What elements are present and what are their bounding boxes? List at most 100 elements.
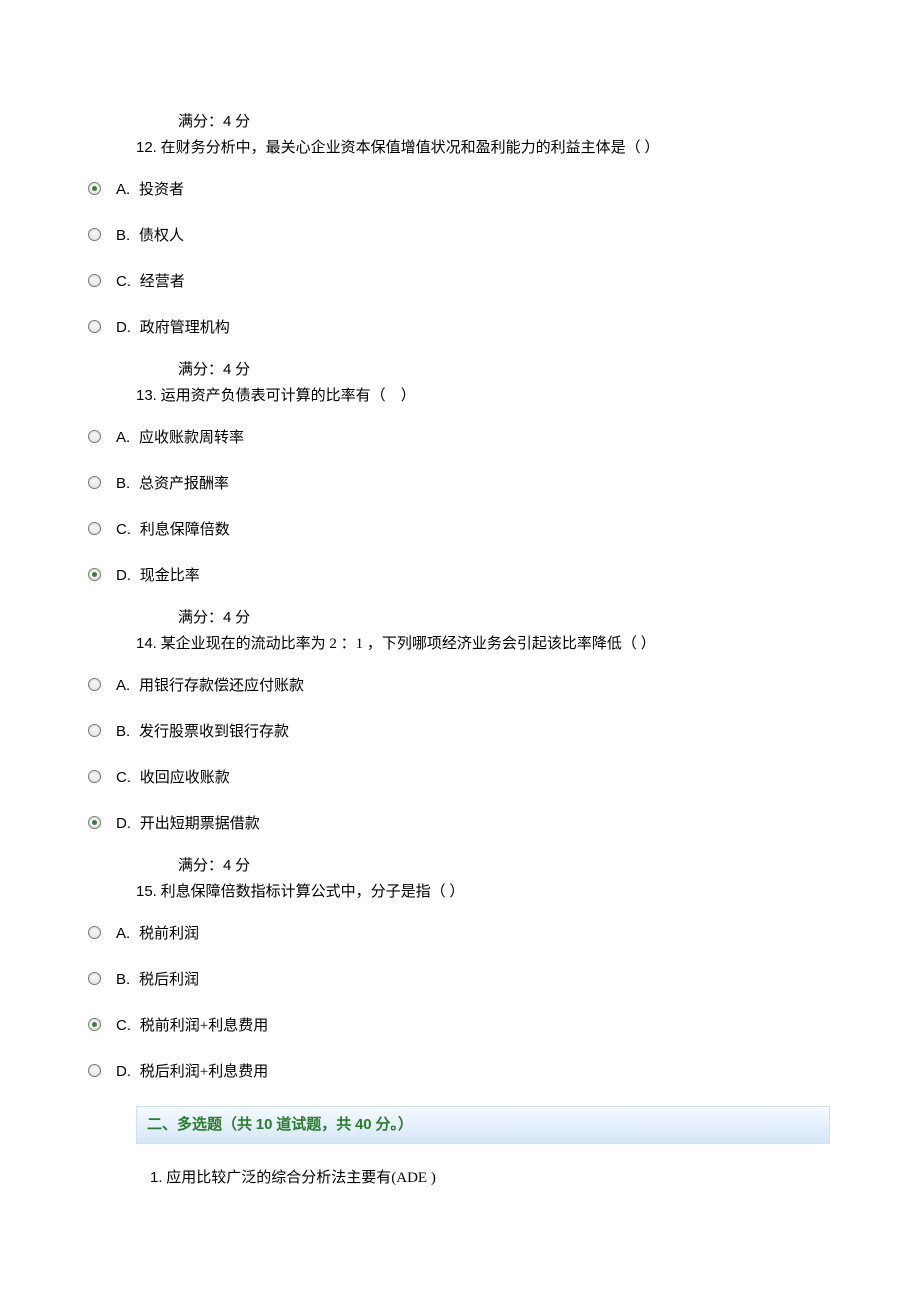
option-content: 现金比率 — [136, 568, 200, 584]
option-text: D. 开出短期票据借款 — [116, 808, 260, 836]
option-text: B. 税后利润 — [116, 964, 199, 992]
radio-button[interactable] — [88, 182, 101, 195]
option-label: B. — [116, 723, 130, 740]
option-content: 利息保障倍数 — [136, 522, 230, 538]
option-text: C. 税前利润+利息费用 — [116, 1010, 268, 1038]
option-label: B. — [116, 475, 130, 492]
question-text: 在财务分析中，最关心企业资本保值增值状况和盈利能力的利益主体是（ ） — [157, 140, 660, 156]
score-suffix: 分 — [231, 610, 250, 626]
option-text: B. 债权人 — [116, 220, 184, 248]
radio-button[interactable] — [88, 228, 101, 241]
option-row[interactable]: A. 税前利润 — [88, 918, 830, 946]
option-row[interactable]: B. 总资产报酬率 — [88, 468, 830, 496]
option-row[interactable]: D. 政府管理机构 — [88, 312, 830, 340]
option-label: B. — [116, 227, 130, 244]
questions-container: 12. 在财务分析中，最关心企业资本保值增值状况和盈利能力的利益主体是（ ） A.… — [90, 136, 830, 1084]
option-label: C. — [116, 1017, 131, 1034]
option-label: A. — [116, 677, 130, 694]
score-prefix: 满分： — [178, 858, 223, 874]
option-row[interactable]: C. 经营者 — [88, 266, 830, 294]
option-label: B. — [116, 971, 130, 988]
question-text: 利息保障倍数指标计算公式中，分子是指（ ） — [157, 884, 465, 900]
option-row[interactable]: A. 用银行存款偿还应付账款 — [88, 670, 830, 698]
option-text: D. 政府管理机构 — [116, 312, 230, 340]
question-number: 12. — [136, 139, 157, 156]
option-row[interactable]: B. 税后利润 — [88, 964, 830, 992]
option-text: A. 税前利润 — [116, 918, 199, 946]
option-label: A. — [116, 181, 130, 198]
question-text: 运用资产负债表可计算的比率有（ ） — [157, 388, 416, 404]
option-content: 经营者 — [136, 274, 185, 290]
option-label: C. — [116, 273, 131, 290]
section-count2: 40 — [355, 1116, 372, 1133]
radio-button[interactable] — [88, 320, 101, 333]
option-content: 应收账款周转率 — [135, 430, 244, 446]
option-content: 债权人 — [135, 228, 184, 244]
option-row[interactable]: C. 收回应收账款 — [88, 762, 830, 790]
option-row[interactable]: B. 发行股票收到银行存款 — [88, 716, 830, 744]
radio-button[interactable] — [88, 522, 101, 535]
mc-q-number: 1. — [150, 1169, 163, 1186]
question-15: 15. 利息保障倍数指标计算公式中，分子是指（ ） — [90, 880, 830, 904]
option-row[interactable]: C. 利息保障倍数 — [88, 514, 830, 542]
option-label: D. — [116, 319, 131, 336]
radio-button[interactable] — [88, 1018, 101, 1031]
section-prefix: 二、多选题（共 — [147, 1117, 256, 1133]
score-line: 满分：4 分 — [90, 854, 830, 878]
option-label: D. — [116, 1063, 131, 1080]
question-number: 13. — [136, 387, 157, 404]
option-text: A. 投资者 — [116, 174, 184, 202]
option-text: C. 利息保障倍数 — [116, 514, 230, 542]
option-label: C. — [116, 769, 131, 786]
question-12: 12. 在财务分析中，最关心企业资本保值增值状况和盈利能力的利益主体是（ ） — [90, 136, 830, 160]
radio-button[interactable] — [88, 678, 101, 691]
option-row[interactable]: D. 开出短期票据借款 — [88, 808, 830, 836]
section-suffix: 分。） — [372, 1117, 413, 1133]
radio-button[interactable] — [88, 972, 101, 985]
score-suffix: 分 — [231, 858, 250, 874]
score-suffix: 分 — [231, 114, 250, 130]
option-label: D. — [116, 567, 131, 584]
radio-button[interactable] — [88, 476, 101, 489]
option-content: 总资产报酬率 — [135, 476, 229, 492]
option-label: C. — [116, 521, 131, 538]
option-row[interactable]: A. 应收账款周转率 — [88, 422, 830, 450]
score-prefix: 满分： — [178, 610, 223, 626]
radio-button[interactable] — [88, 568, 101, 581]
radio-button[interactable] — [88, 724, 101, 737]
mc-question-1: 1. 应用比较广泛的综合分析法主要有(ADE ) — [90, 1166, 830, 1190]
question-number: 15. — [136, 883, 157, 900]
question-text: 某企业现在的流动比率为 2 ：1 ，下列哪项经济业务会引起该比率降低（ ） — [157, 636, 656, 652]
radio-button[interactable] — [88, 816, 101, 829]
section-2-header: 二、多选题（共 10 道试题，共 40 分。） — [136, 1106, 830, 1144]
option-text: D. 现金比率 — [116, 560, 200, 588]
option-row[interactable]: D. 税后利润+利息费用 — [88, 1056, 830, 1084]
radio-button[interactable] — [88, 274, 101, 287]
question-13: 13. 运用资产负债表可计算的比率有（ ） — [90, 384, 830, 408]
score-line: 满分：4 分 — [90, 110, 830, 134]
score-suffix: 分 — [231, 362, 250, 378]
radio-button[interactable] — [88, 430, 101, 443]
score-prefix: 满分： — [178, 362, 223, 378]
question-14: 14. 某企业现在的流动比率为 2 ：1 ，下列哪项经济业务会引起该比率降低（ … — [90, 632, 830, 656]
option-label: A. — [116, 429, 130, 446]
option-row[interactable]: D. 现金比率 — [88, 560, 830, 588]
option-text: C. 收回应收账款 — [116, 762, 230, 790]
option-row[interactable]: C. 税前利润+利息费用 — [88, 1010, 830, 1038]
option-text: C. 经营者 — [116, 266, 185, 294]
option-label: D. — [116, 815, 131, 832]
option-row[interactable]: A. 投资者 — [88, 174, 830, 202]
mc-q-text: 应用比较广泛的综合分析法主要有(ADE ) — [163, 1170, 436, 1186]
option-content: 收回应收账款 — [136, 770, 230, 786]
radio-button[interactable] — [88, 1064, 101, 1077]
option-row[interactable]: B. 债权人 — [88, 220, 830, 248]
radio-button[interactable] — [88, 770, 101, 783]
option-content: 税后利润 — [135, 972, 199, 988]
option-content: 税后利润+利息费用 — [136, 1064, 268, 1080]
option-label: A. — [116, 925, 130, 942]
option-content: 开出短期票据借款 — [136, 816, 260, 832]
option-text: A. 用银行存款偿还应付账款 — [116, 670, 304, 698]
option-content: 投资者 — [135, 182, 184, 198]
radio-button[interactable] — [88, 926, 101, 939]
option-content: 政府管理机构 — [136, 320, 230, 336]
